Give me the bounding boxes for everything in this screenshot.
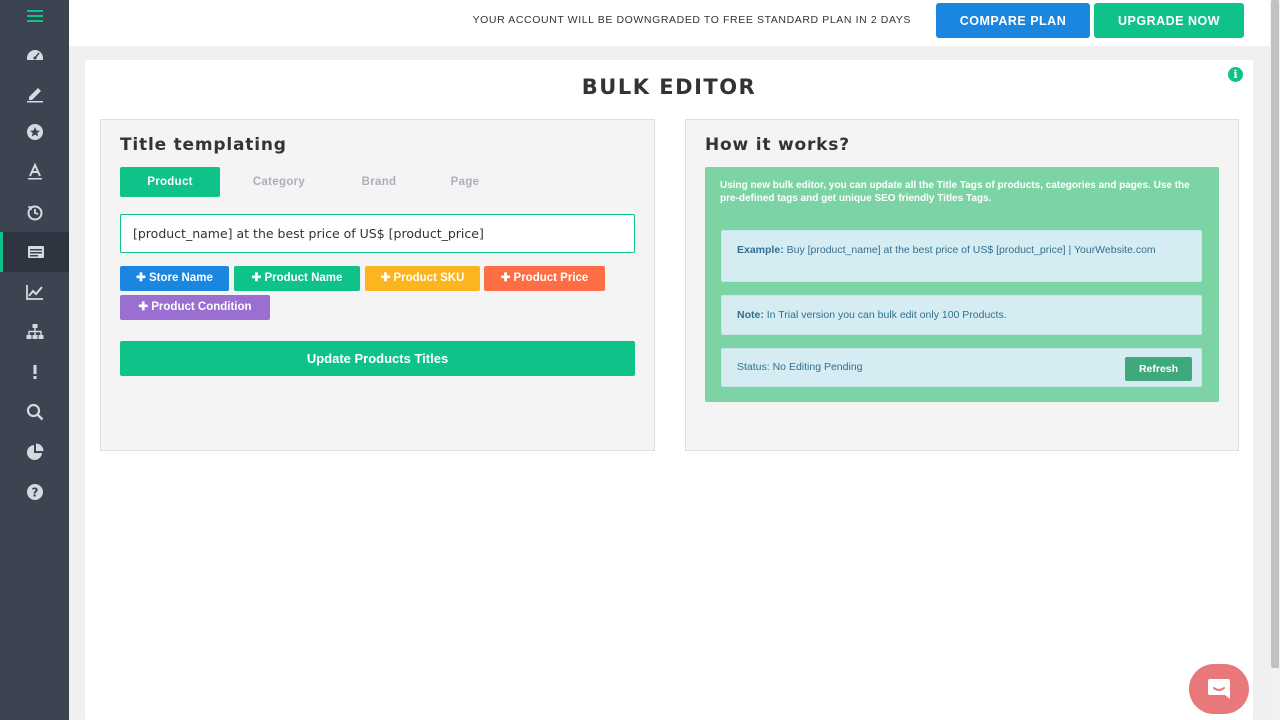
help-box: Using new bulk editor, you can update al… [705, 167, 1219, 402]
info-icon[interactable]: i [1228, 67, 1243, 82]
alert-icon [33, 365, 36, 379]
text-icon [27, 162, 42, 180]
chat-launcher-button[interactable] [1189, 664, 1249, 714]
top-bar: YOUR ACCOUNT WILL BE DOWNGRADED TO FREE … [69, 0, 1270, 46]
add-product-condition-label: Product Condition [151, 301, 252, 313]
title-templating-panel: Title templating Product Category Brand … [100, 119, 655, 451]
sidebar-item-history[interactable] [0, 192, 69, 232]
bulk-editor-icon [28, 246, 44, 258]
note-box: Note: In Trial version you can bulk edit… [721, 295, 1202, 335]
sidebar: ? [0, 0, 69, 720]
sidebar-item-text[interactable] [0, 152, 69, 192]
title-template-input[interactable] [120, 214, 635, 253]
how-it-works-panel: How it works? Using new bulk editor, you… [685, 119, 1239, 451]
sidebar-item-analytics[interactable] [0, 272, 69, 312]
refresh-button[interactable]: Refresh [1125, 357, 1192, 381]
sidebar-item-search[interactable] [0, 392, 69, 432]
add-store-name-button[interactable]: ✚ Store Name [120, 266, 229, 291]
search-icon [26, 403, 43, 421]
page-scrollbar[interactable] [1270, 0, 1280, 720]
scrollbar-thumb[interactable] [1271, 0, 1279, 668]
add-product-price-button[interactable]: ✚ Product Price [484, 266, 605, 291]
sidebar-item-sitemap[interactable] [0, 312, 69, 352]
example-text: Buy [product_name] at the best price of … [786, 244, 1156, 256]
help-intro-text: Using new bulk editor, you can update al… [720, 180, 1190, 204]
sidebar-item-help[interactable]: ? [0, 472, 69, 512]
example-label: Example: [737, 244, 784, 256]
tab-page[interactable]: Page [427, 167, 503, 197]
tab-brand[interactable]: Brand [341, 167, 417, 197]
sidebar-item-editor[interactable] [0, 74, 69, 114]
pie-chart-icon [26, 443, 43, 460]
panel-title-templating: Title templating [120, 135, 287, 155]
dashboard-icon [26, 50, 43, 60]
sidebar-item-favorites[interactable] [0, 112, 69, 152]
sidebar-item-bulk-editor[interactable] [0, 232, 69, 272]
chart-icon [25, 285, 43, 300]
status-box: Status: No Editing Pending Refresh [721, 348, 1202, 387]
add-product-price-label: Product Price [513, 272, 589, 284]
update-products-titles-button[interactable]: Update Products Titles [120, 341, 635, 376]
sidebar-item-reports[interactable] [0, 432, 69, 472]
menu-toggle[interactable] [0, 0, 69, 36]
note-label: Note: [737, 309, 764, 321]
upgrade-now-button[interactable]: UPGRADE NOW [1094, 3, 1244, 38]
example-box: Example: Buy [product_name] at the best … [721, 230, 1202, 282]
status-text: Status: No Editing Pending [737, 361, 863, 373]
page-title: BULK EDITOR [581, 75, 757, 99]
sidebar-item-alerts[interactable] [0, 352, 69, 392]
history-icon [27, 205, 42, 221]
sitemap-icon [26, 324, 43, 339]
add-product-name-label: Product Name [264, 272, 343, 284]
help-icon: ? [26, 484, 43, 500]
menu-icon [26, 10, 43, 22]
downgrade-notice: YOUR ACCOUNT WILL BE DOWNGRADED TO FREE … [472, 14, 911, 26]
tab-product[interactable]: Product [120, 167, 220, 197]
add-product-condition-button[interactable]: ✚ Product Condition [120, 295, 270, 320]
edit-icon [26, 88, 43, 103]
add-product-name-button[interactable]: ✚ Product Name [234, 266, 360, 291]
star-icon [26, 124, 43, 140]
add-product-sku-button[interactable]: ✚ Product SKU [365, 266, 480, 291]
sidebar-item-dashboard[interactable] [0, 34, 69, 74]
panel-title-how: How it works? [705, 135, 850, 155]
add-product-sku-label: Product SKU [393, 272, 465, 284]
svg-text:?: ? [31, 486, 38, 500]
add-store-name-label: Store Name [148, 272, 213, 284]
tab-category[interactable]: Category [231, 167, 327, 197]
note-text: In Trial version you can bulk edit only … [766, 309, 1007, 321]
compare-plan-button[interactable]: COMPARE PLAN [936, 3, 1090, 38]
chat-icon [1208, 679, 1230, 699]
